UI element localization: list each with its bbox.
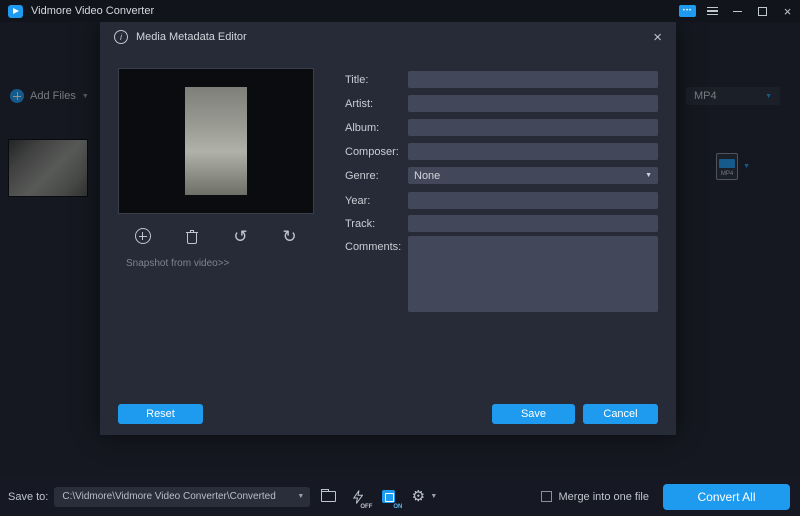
folder-icon [321,491,336,502]
genre-value: None [414,170,440,182]
field-row-artist: Artist: [345,95,373,112]
save-button[interactable]: Save [492,404,575,424]
save-path-wrap: ▼ [54,486,310,507]
chevron-down-icon: ▼ [645,172,652,179]
chevron-down-icon[interactable]: ▼ [430,493,437,500]
track-input[interactable] [408,215,658,232]
year-input[interactable] [408,192,658,209]
composer-label: Composer: [345,146,399,158]
field-row-genre: Genre: [345,167,379,184]
album-label: Album: [345,122,379,134]
merge-checkbox[interactable] [541,491,552,502]
genre-select[interactable]: None ▼ [408,167,658,184]
feedback-button[interactable]: ••• [675,0,700,22]
save-to-label: Save to: [8,491,48,503]
field-row-title: Title: [345,71,368,88]
trash-icon [186,229,198,244]
field-row-year: Year: [345,192,370,209]
comments-textarea[interactable] [408,236,658,312]
artist-label: Artist: [345,98,373,110]
field-row-composer: Composer: [345,143,399,160]
field-row-comments: Comments: [345,238,401,255]
track-label: Track: [345,218,375,230]
menu-button[interactable] [700,0,725,22]
merge-option[interactable]: Merge into one file [541,491,650,503]
album-input[interactable] [408,119,658,136]
plus-circle-icon [135,228,151,244]
comments-label: Comments: [345,241,401,253]
chevron-down-icon[interactable]: ▼ [297,493,304,500]
rotate-right-button[interactable]: ↻ [278,224,302,248]
close-icon: × [784,5,792,18]
minimize-button[interactable] [725,0,750,22]
video-preview-frame [185,87,247,195]
settings-button[interactable]: ⚙ [406,485,430,509]
gpu-acceleration-toggle[interactable]: ON [376,485,400,509]
reset-button[interactable]: Reset [118,404,203,424]
title-label: Title: [345,74,368,86]
composer-input[interactable] [408,143,658,160]
info-icon: i [114,30,128,44]
rotate-left-button[interactable]: ↺ [229,224,253,248]
cancel-button[interactable]: Cancel [583,404,658,424]
genre-label: Genre: [345,170,379,182]
media-metadata-editor-dialog: i Media Metadata Editor × ↺ ↻ Snapshot f… [100,22,676,435]
year-label: Year: [345,195,370,207]
merge-label: Merge into one file [559,491,650,503]
artist-input[interactable] [408,95,658,112]
title-input[interactable] [408,71,658,88]
add-cover-button[interactable] [131,224,155,248]
save-path-input[interactable] [54,487,310,507]
app-window: Vidmore Video Converter ••• × Add Files … [0,0,800,516]
vidmore-logo-icon [8,5,23,18]
titlebar: Vidmore Video Converter ••• × [0,0,800,22]
video-preview [118,68,314,214]
snapshot-from-video-link[interactable]: Snapshot from video>> [126,258,229,269]
hamburger-menu-icon [707,7,718,16]
high-speed-toggle[interactable]: OFF [346,485,370,509]
gpu-icon [382,490,395,503]
gear-icon: ⚙ [412,489,425,504]
dialog-title: Media Metadata Editor [136,31,247,43]
preview-toolbar: ↺ ↻ [118,222,314,250]
window-title: Vidmore Video Converter [31,5,154,17]
maximize-button[interactable] [750,0,775,22]
window-controls: ••• × [675,0,800,22]
convert-all-button[interactable]: Convert All [663,484,790,510]
on-badge: ON [393,504,402,510]
off-badge: OFF [360,504,372,510]
maximize-icon [758,7,767,16]
field-row-album: Album: [345,119,379,136]
minimize-icon [733,11,742,12]
field-row-track: Track: [345,215,375,232]
close-button[interactable]: × [775,0,800,22]
open-folder-button[interactable] [316,485,340,509]
dialog-header: i Media Metadata Editor × [100,22,676,52]
rotate-left-icon: ↺ [233,228,247,245]
delete-cover-button[interactable] [180,224,204,248]
rotate-right-icon: ↻ [282,228,296,245]
bottom-bar: Save to: ▼ OFF ON ⚙ ▼ Merge into one fil… [0,477,800,516]
dialog-close-button[interactable]: × [653,30,662,45]
message-icon: ••• [679,5,696,17]
lightning-icon [353,490,363,504]
